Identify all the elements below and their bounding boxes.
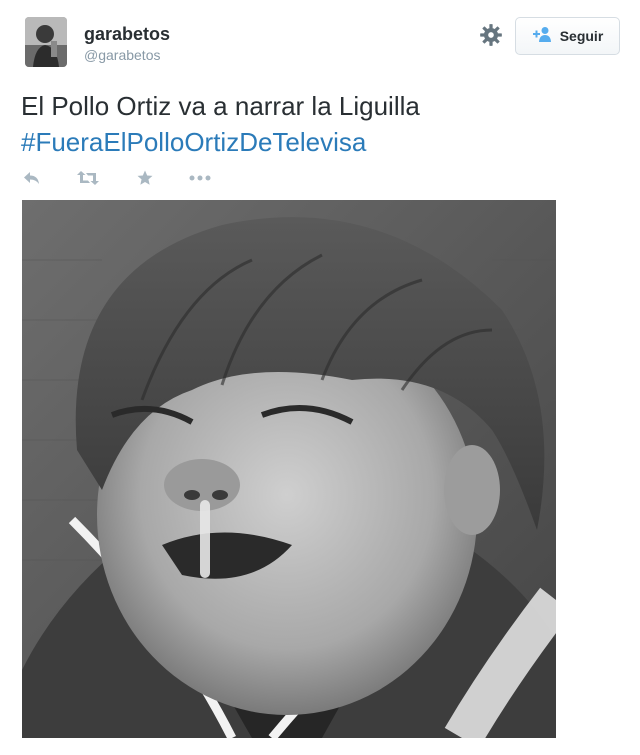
avatar[interactable] <box>25 17 67 67</box>
follow-button[interactable]: Seguir <box>515 17 620 55</box>
hashtag-link[interactable]: #FueraElPolloOrtizDeTelevisa <box>21 124 621 160</box>
user-handle[interactable]: @garabetos <box>84 47 160 63</box>
gear-icon[interactable] <box>478 22 504 48</box>
add-user-icon <box>532 26 552 47</box>
follow-label: Seguir <box>559 28 604 44</box>
more-icon[interactable] <box>188 166 212 190</box>
star-icon[interactable] <box>133 166 157 190</box>
retweet-icon[interactable] <box>76 166 100 190</box>
user-name[interactable]: garabetos <box>84 24 170 45</box>
tweet-text: El Pollo Ortiz va a narrar la Liguilla #… <box>21 88 621 160</box>
tweet-header: garabetos @garabetos Seguir <box>0 0 640 80</box>
tweet-photo[interactable] <box>22 200 556 738</box>
tweet-text-line: El Pollo Ortiz va a narrar la Liguilla <box>21 91 420 121</box>
reply-icon[interactable] <box>20 166 44 190</box>
